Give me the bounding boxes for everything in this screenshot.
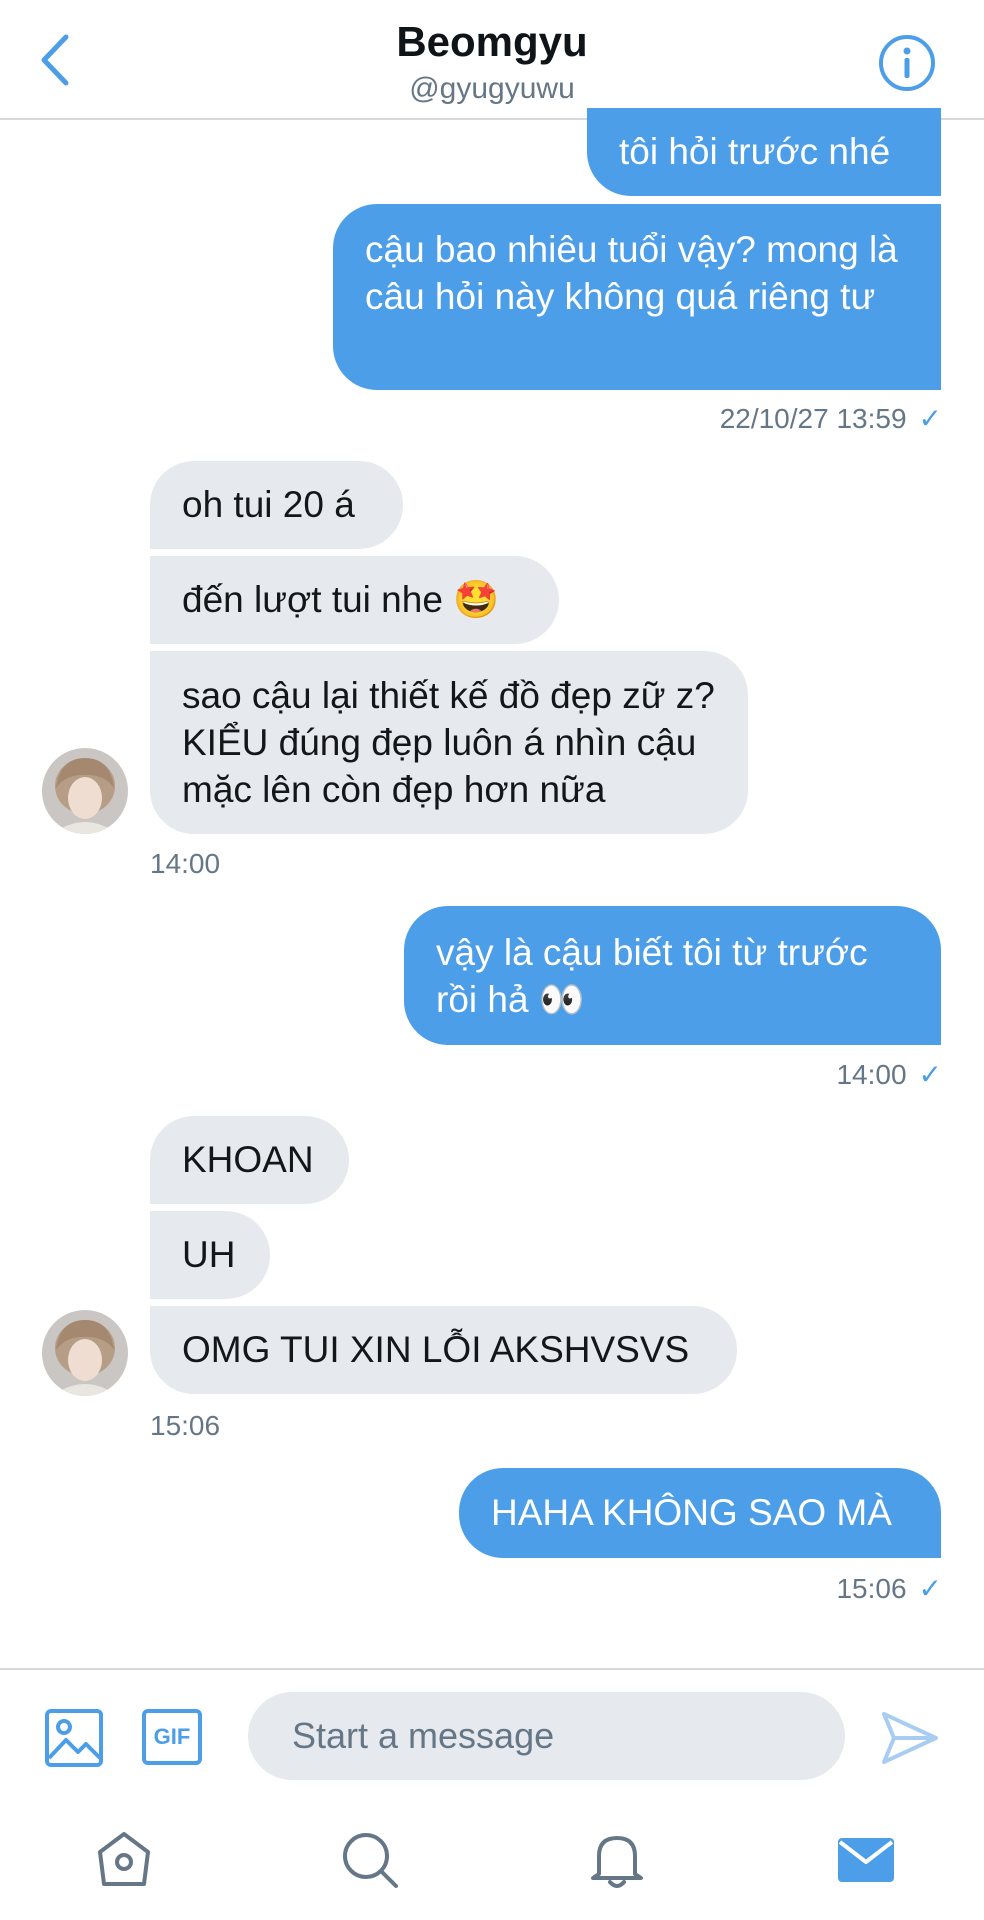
- message-text: HAHA KHÔNG SAO MÀ: [491, 1492, 892, 1533]
- avatar-image: [42, 748, 128, 834]
- read-receipt-icon: ✓: [918, 1573, 942, 1604]
- avatar[interactable]: [42, 748, 128, 834]
- avatar-image: [42, 1310, 128, 1396]
- timestamp-text: 22/10/27 13:59: [719, 403, 907, 434]
- read-receipt-icon: ✓: [918, 403, 942, 434]
- message-text: oh tui 20 á: [182, 484, 355, 525]
- avatar[interactable]: [42, 1310, 128, 1396]
- add-gif-button[interactable]: GIF: [142, 1709, 202, 1765]
- tab-notifications[interactable]: [585, 1828, 649, 1892]
- message-timestamp: 15:06 ✓: [836, 1572, 942, 1605]
- tab-home[interactable]: [92, 1828, 156, 1892]
- message-text: UH: [182, 1234, 236, 1275]
- send-button[interactable]: [880, 1708, 940, 1768]
- message-text: OMG TUI XIN LỖI AKSHVSVS: [182, 1329, 690, 1370]
- gif-label: GIF: [153, 1724, 191, 1749]
- bottom-tab-bar: [0, 1804, 984, 1920]
- timestamp-text: 15:06: [150, 1410, 221, 1441]
- message-timestamp: 15:06: [150, 1410, 220, 1442]
- conversation-header: Beomgyu @gyugyuwu: [0, 0, 984, 120]
- message-timestamp: 14:00: [150, 848, 220, 880]
- conversation-title[interactable]: Beomgyu: [0, 18, 984, 66]
- message-text: cậu bao nhiêu tuổi vậy? mong là câu hỏi …: [365, 229, 898, 317]
- message-timestamp: 22/10/27 13:59 ✓: [720, 402, 942, 435]
- info-button[interactable]: [878, 34, 936, 92]
- image-icon: [45, 1709, 103, 1767]
- message-bubble-received[interactable]: KHOAN: [150, 1116, 349, 1204]
- message-composer: GIF: [0, 1668, 984, 1804]
- message-bubble-received[interactable]: OMG TUI XIN LỖI AKSHVSVS: [150, 1306, 737, 1394]
- message-bubble-sent[interactable]: HAHA KHÔNG SAO MÀ: [459, 1468, 941, 1558]
- message-text: sao cậu lại thiết kế đồ đẹp zữ z? KIỂU đ…: [182, 675, 715, 810]
- bell-icon: [591, 1836, 643, 1888]
- message-text: đến lượt tui nhe 🤩: [182, 579, 500, 620]
- read-receipt-icon: ✓: [918, 1059, 942, 1090]
- message-bubble-received[interactable]: đến lượt tui nhe 🤩: [150, 556, 559, 644]
- message-bubble-received[interactable]: UH: [150, 1211, 270, 1299]
- timestamp-text: 14:00: [836, 1059, 907, 1090]
- message-bubble-sent[interactable]: vậy là cậu biết tôi từ trước rồi hả 👀: [404, 906, 941, 1045]
- mail-icon: [838, 1838, 894, 1882]
- add-photo-button[interactable]: [44, 1708, 104, 1768]
- message-bubble-sent[interactable]: tôi hỏi trước nhé: [587, 108, 941, 196]
- message-bubble-received[interactable]: oh tui 20 á: [150, 461, 403, 549]
- send-icon: [882, 1712, 938, 1764]
- info-icon: [879, 35, 935, 91]
- message-text: vậy là cậu biết tôi từ trước rồi hả 👀: [436, 932, 868, 1020]
- message-timestamp: 14:00 ✓: [836, 1058, 942, 1091]
- message-text: KHOAN: [182, 1139, 314, 1180]
- message-input[interactable]: [248, 1692, 845, 1780]
- conversation-handle: @gyugyuwu: [409, 72, 575, 105]
- timestamp-text: 15:06: [836, 1573, 907, 1604]
- message-text: tôi hỏi trước nhé: [619, 131, 891, 172]
- tab-search[interactable]: [338, 1828, 402, 1892]
- search-icon: [343, 1833, 398, 1888]
- tab-messages[interactable]: [834, 1828, 898, 1892]
- timestamp-text: 14:00: [150, 848, 221, 879]
- message-bubble-received[interactable]: sao cậu lại thiết kế đồ đẹp zữ z? KIỂU đ…: [150, 651, 748, 834]
- message-bubble-sent[interactable]: cậu bao nhiêu tuổi vậy? mong là câu hỏi …: [333, 204, 941, 390]
- home-icon: [98, 1832, 150, 1886]
